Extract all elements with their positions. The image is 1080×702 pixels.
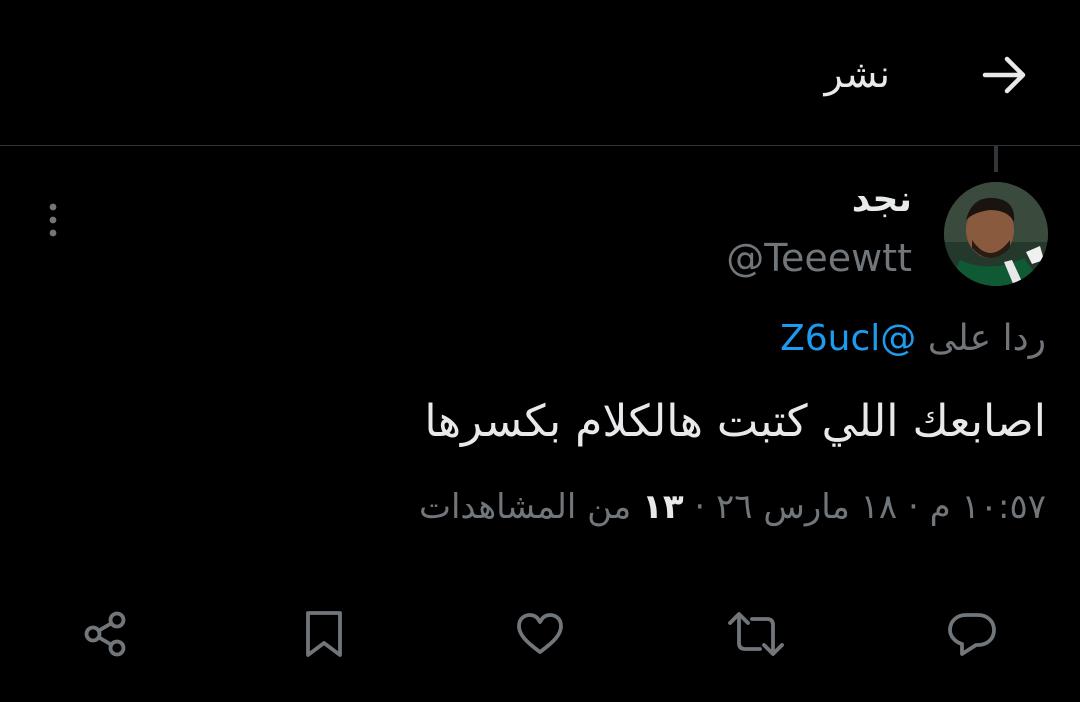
bookmark-button[interactable] (286, 596, 362, 672)
back-button[interactable] (972, 44, 1038, 106)
replying-to: ردا على @Z6ucl (780, 312, 1046, 366)
arrow-right-icon (982, 56, 1026, 94)
views-label[interactable]: من المشاهدات (419, 487, 631, 527)
action-bar (0, 596, 1080, 672)
post-date: ١٨ مارس ٢٦ (716, 487, 898, 527)
like-button[interactable] (502, 596, 578, 672)
top-bar: نشر (0, 0, 1080, 146)
heart-icon (517, 613, 563, 654)
post-time: ١٠:٥٧ م (929, 487, 1046, 527)
separator-dot: · (908, 487, 919, 527)
page-title: نشر (824, 52, 890, 96)
more-vertical-icon (49, 203, 57, 237)
comment-icon (948, 613, 996, 656)
reply-mention-link[interactable]: @Z6ucl (780, 318, 916, 359)
author-handle[interactable]: @Teeewtt (726, 232, 912, 284)
author-name[interactable]: نجد (852, 176, 912, 224)
avatar[interactable] (944, 182, 1048, 286)
views-count[interactable]: ١٣ (642, 487, 684, 527)
repost-icon (728, 612, 784, 656)
separator-dot: · (694, 487, 706, 527)
post-meta: ١٠:٥٧ م · ١٨ مارس ٢٦ · ١٣ من المشاهدات (419, 480, 1046, 534)
reply-prefix: ردا على (927, 318, 1046, 359)
share-button[interactable] (68, 596, 144, 672)
more-options-button[interactable] (36, 196, 70, 244)
repost-button[interactable] (718, 596, 794, 672)
reply-button[interactable] (934, 596, 1010, 672)
avatar-image (944, 182, 1048, 286)
post-text: اصابعك اللي كتبت هالكلام بكسرها (424, 396, 1046, 447)
bookmark-icon (306, 611, 342, 657)
thread-connector-line (994, 146, 998, 172)
share-icon (84, 611, 126, 657)
